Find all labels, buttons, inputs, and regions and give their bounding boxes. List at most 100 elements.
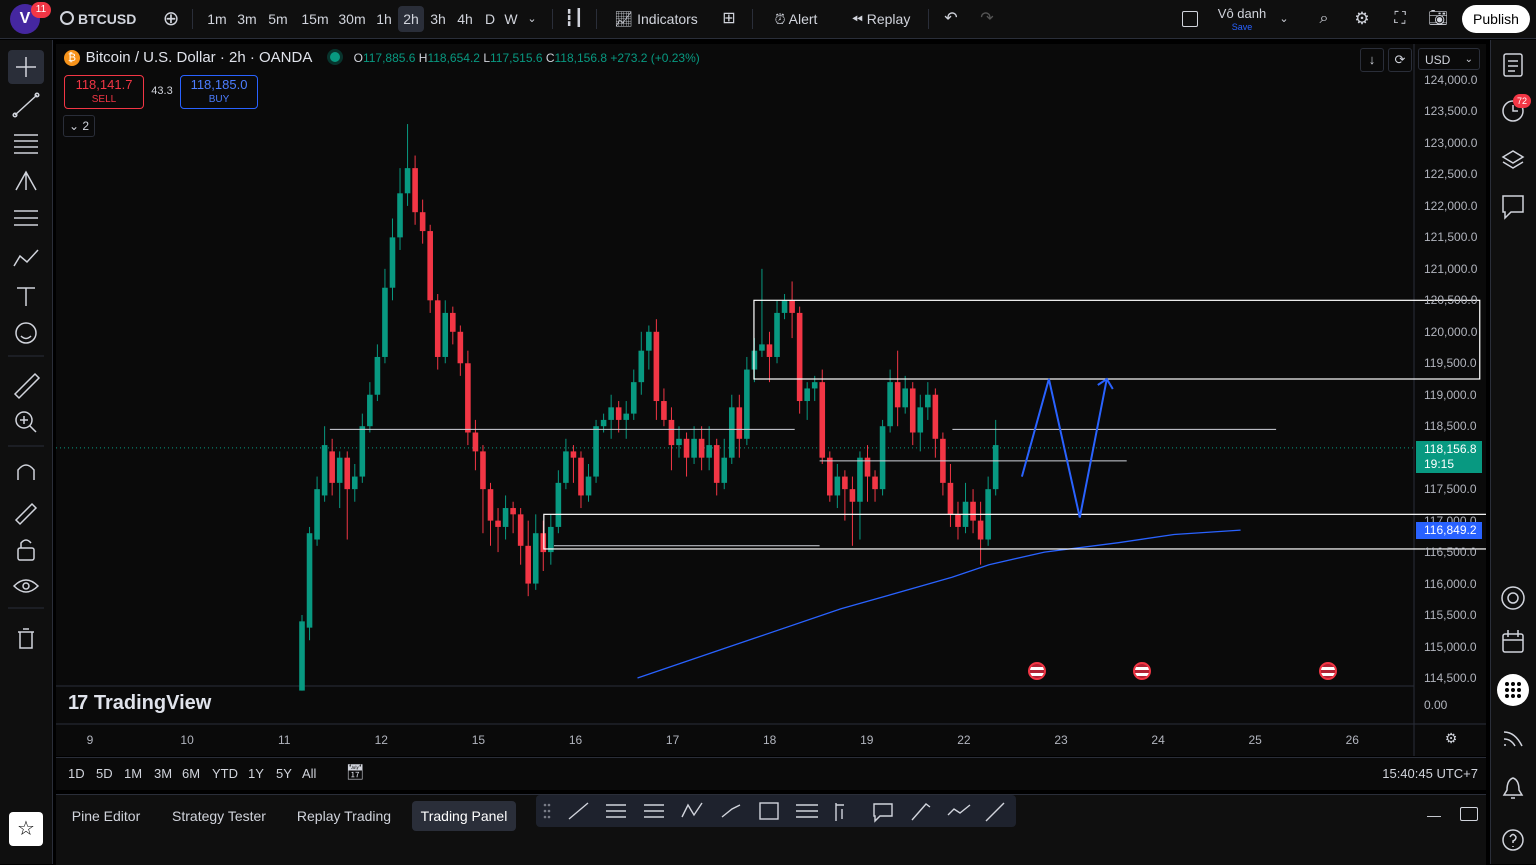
sync-icon[interactable]: ⟳: [1388, 48, 1412, 72]
panel-tab-trading-panel[interactable]: Trading Panel: [412, 801, 516, 831]
apps-grid-icon[interactable]: [1497, 674, 1531, 708]
alarm-clock-icon: ⏰︎: [774, 11, 786, 27]
compare-add-icon[interactable]: ⊕: [158, 6, 184, 32]
timeframe-5m[interactable]: 5m: [262, 6, 294, 32]
range-5y[interactable]: 5Y: [276, 766, 292, 781]
pattern-tool-icon[interactable]: [8, 240, 44, 274]
settings-gear-icon[interactable]: ⚙︎: [1350, 6, 1374, 32]
trash-tool-icon[interactable]: [8, 622, 44, 656]
quick-search-icon[interactable]: ⌕: [1312, 6, 1336, 32]
chart-canvas[interactable]: [56, 44, 1486, 756]
us-event-flag-icon[interactable]: [1133, 662, 1151, 680]
sell-price: 118,141.7: [75, 77, 133, 92]
range-ytd[interactable]: YTD: [212, 766, 238, 781]
symbol-legend[interactable]: ₿ Bitcoin / U.S. Dollar · 2h · OANDA O11…: [64, 49, 700, 69]
timeframe-4h[interactable]: 4h: [452, 6, 478, 32]
timeframe-1h[interactable]: 1h: [372, 6, 396, 32]
range-1m[interactable]: 1M: [124, 766, 142, 781]
panel-tab-strategy-tester[interactable]: Strategy Tester: [162, 801, 276, 831]
chart-area[interactable]: [56, 44, 1486, 756]
notification-bell-icon[interactable]: [1499, 776, 1529, 806]
timeframe-W[interactable]: W: [500, 6, 522, 32]
candle-body: [857, 457, 863, 502]
favorites-star-icon[interactable]: ☆: [9, 812, 43, 846]
chevron-down-icon[interactable]: ⌄: [1276, 6, 1292, 32]
candles-chart-type-icon[interactable]: ┇┃: [562, 6, 586, 32]
redo-icon[interactable]: ↷: [976, 6, 998, 32]
range-all[interactable]: All: [302, 766, 316, 781]
buy-button[interactable]: 118,185.0 BUY: [180, 75, 258, 109]
range-3m[interactable]: 3M: [154, 766, 172, 781]
layouts-grid-icon[interactable]: ⊞: [716, 6, 742, 32]
layout-square-icon[interactable]: [1180, 6, 1200, 32]
candle-body: [359, 426, 366, 477]
candle-body: [472, 432, 479, 452]
crosshair-tool-icon[interactable]: [8, 50, 44, 84]
timeframe-30m[interactable]: 30m: [334, 6, 370, 32]
market-status-dot: [329, 52, 340, 62]
download-icon[interactable]: ↓: [1360, 48, 1384, 72]
text-tool-icon[interactable]: [8, 280, 44, 314]
magnet-tool-icon[interactable]: [8, 458, 44, 492]
time-tick-label: 15: [471, 733, 486, 747]
pitchfork-tool-icon[interactable]: [8, 164, 44, 198]
range-6m[interactable]: 6M: [182, 766, 200, 781]
panel-tab-pine-editor[interactable]: Pine Editor: [62, 801, 150, 831]
rss-stream-icon[interactable]: [1499, 730, 1529, 760]
calendar-icon[interactable]: [1499, 628, 1529, 658]
minimize-panel-icon[interactable]: —: [1424, 807, 1444, 823]
candle-body: [314, 489, 320, 540]
horizontal-lines-tool-icon[interactable]: [8, 126, 44, 160]
watchlist-icon[interactable]: [1499, 50, 1529, 80]
lock-tool-icon[interactable]: [8, 534, 44, 568]
draw-lock-tool-icon[interactable]: [8, 496, 44, 530]
camera-icon[interactable]: 📷︎: [1426, 6, 1450, 32]
timeframe-2h[interactable]: 2h: [398, 6, 424, 32]
candle-body: [970, 501, 976, 521]
timeframe-D[interactable]: D: [480, 6, 500, 32]
price-tick-label: 120,000.0: [1424, 324, 1478, 339]
indicators-collapse-toggle[interactable]: ⌄ 2: [63, 115, 95, 137]
price-tick-label: 116,500.0: [1424, 545, 1477, 560]
timeframe-3m[interactable]: 3m: [232, 6, 262, 32]
alert-button[interactable]: ⏰︎ Alert: [764, 6, 828, 32]
maximize-panel-icon[interactable]: [1460, 807, 1478, 821]
low-value: 117,515.6: [490, 51, 543, 65]
quick-tools-icons[interactable]: [536, 795, 1016, 827]
timeframe-15m[interactable]: 15m: [296, 6, 334, 32]
replay-button[interactable]: ⏪︎ Replay: [844, 6, 918, 32]
panel-tab-replay-trading[interactable]: Replay Trading: [288, 801, 400, 831]
range-1y[interactable]: 1Y: [248, 766, 264, 781]
candle-body: [887, 382, 893, 427]
time-axis-settings-icon[interactable]: ⚙︎: [1442, 730, 1460, 748]
help-icon[interactable]: [1499, 826, 1529, 856]
candle-body: [615, 407, 622, 420]
us-event-flag-icon[interactable]: [1028, 662, 1046, 680]
sell-button[interactable]: 118,141.7 SELL: [64, 75, 144, 109]
chevron-down-icon[interactable]: ⌄: [522, 6, 542, 32]
timeframe-3h[interactable]: 3h: [424, 6, 452, 32]
emoji-tool-icon[interactable]: [8, 316, 44, 350]
layers-icon[interactable]: [1499, 144, 1529, 174]
currency-select[interactable]: USD ⌄: [1418, 48, 1480, 70]
zoom-in-tool-icon[interactable]: [8, 404, 44, 438]
ruler-tool-icon[interactable]: [8, 368, 44, 402]
timeframe-1m[interactable]: 1m: [202, 6, 232, 32]
undo-icon[interactable]: ↶: [940, 6, 962, 32]
indicators-button[interactable]: 📈︎ Indicators: [610, 6, 702, 32]
publish-button[interactable]: Publish: [1462, 5, 1530, 33]
clock-display[interactable]: 15:40:45 UTC+7: [1376, 766, 1478, 781]
trend-line-tool-icon[interactable]: [8, 88, 44, 122]
target-icon[interactable]: [1499, 584, 1529, 614]
range-1d[interactable]: 1D: [68, 766, 85, 781]
fib-tool-icon[interactable]: [8, 202, 44, 236]
candle-body: [344, 457, 351, 490]
chat-icon[interactable]: [1499, 190, 1529, 220]
eye-tool-icon[interactable]: [8, 570, 44, 604]
range-5d[interactable]: 5D: [96, 766, 113, 781]
fullscreen-icon[interactable]: ⛶: [1388, 6, 1412, 32]
symbol-search[interactable]: BTCUSD: [60, 6, 144, 32]
goto-date-icon[interactable]: 📅︎: [344, 762, 366, 784]
us-event-flag-icon[interactable]: [1319, 662, 1337, 680]
layout-name-button[interactable]: Vô danh Save: [1212, 6, 1272, 34]
